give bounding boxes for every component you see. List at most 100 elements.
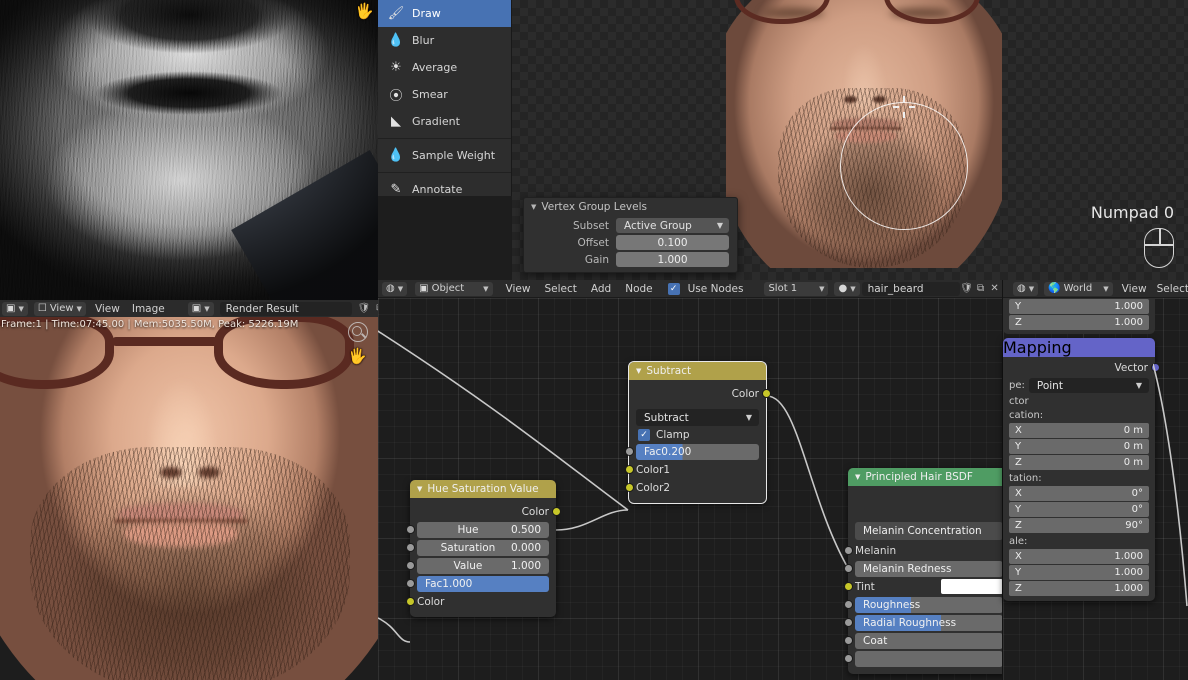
socket-color2-input[interactable] [625,483,634,492]
scale-x-row[interactable]: X 1.000 [1009,549,1149,564]
socket-coat-input[interactable] [844,636,853,645]
scale-z-field[interactable]: Z 1.000 [1009,581,1149,596]
socket-melanin-input[interactable] [844,546,853,555]
slot-selector[interactable]: Slot 1 ▼ [764,282,828,296]
saturation-field[interactable]: Saturation 0.000 [417,540,549,556]
menu-view[interactable]: View [503,283,534,295]
editor-type-selector[interactable]: ◍ ▼ [382,282,407,296]
socket-value-input[interactable] [406,561,415,570]
socket-color-output[interactable] [762,389,771,398]
melanin-redness-field[interactable]: Melanin Redness [855,561,1003,577]
fac-slider[interactable]: Fac 1.000 [417,576,549,592]
menu-select[interactable]: Select [541,283,579,295]
socket-extra-input[interactable] [844,654,853,663]
tool-item-smear[interactable]: ⦿ Smear [378,81,511,108]
extra-field[interactable] [855,651,1003,667]
socket-roughness-input[interactable] [844,600,853,609]
fake-user-icon[interactable]: 🛡 [358,302,371,316]
node-field-roughness[interactable]: Roughness [855,596,1003,613]
image-editor-mode-selector[interactable]: ☐ View ▼ [34,302,86,316]
subset-dropdown[interactable]: Active Group ▼ [616,218,729,233]
subtract-node[interactable]: ▼ Subtract Color Subtract ▼ ✓ Clamp [629,362,766,503]
node-field-fac[interactable]: Fac 1.000 [417,575,549,592]
viewport-head-render[interactable] [726,0,1002,268]
node-header[interactable]: ▼ Principled Hair BSDF [848,468,1010,486]
hue-field[interactable]: Hue 0.500 [417,522,549,538]
node-field-tint[interactable]: Tint [855,578,1003,595]
principled-hair-bsdf-node[interactable]: ▼ Principled Hair BSDF Melanin Concentra… [848,468,1010,674]
image-datablock-type[interactable]: ▣ ▼ [188,302,214,316]
fac-slider[interactable]: Fac 0.200 [636,444,759,460]
paint-tool-flyout[interactable]: 🖌 Draw 💧 Blur ☀ Average ⦿ Smear ◣ Gradie… [378,0,512,196]
blend-mode-dropdown-row[interactable]: Subtract ▼ [636,408,759,427]
value-field[interactable]: Value 1.000 [417,558,549,574]
menu-image[interactable]: Image [129,303,168,315]
rotation-y-field[interactable]: Y 0° [1009,502,1149,517]
tint-color-swatch[interactable] [941,579,1003,594]
rotation-x-field[interactable]: X 0° [1009,486,1149,501]
location-z-row[interactable]: Z 0 m [1009,455,1149,470]
panel-title-row[interactable]: ▼ Vertex Group Levels [524,198,737,216]
location-y-row[interactable]: Y 0 m [1009,439,1149,454]
node-field-value[interactable]: Value 1.000 [417,557,549,574]
node-field-extra[interactable] [855,650,1003,667]
menu-view[interactable]: View [92,303,123,315]
image-editor-canvas[interactable] [0,317,378,680]
socket-saturation-input[interactable] [406,543,415,552]
menu-add[interactable]: Add [588,283,614,295]
y-field[interactable]: Y 1.000 [1009,299,1149,314]
tool-item-gradient[interactable]: ◣ Gradient [378,108,511,135]
material-name-field[interactable]: hair_beard [862,282,960,296]
node-input-melanin[interactable]: Melanin [855,542,1003,559]
node-field-melanin-redness[interactable]: Melanin Redness [855,560,1003,577]
partial-row-y[interactable]: Y 1.000 [1009,299,1149,314]
menu-view[interactable]: View [1119,283,1150,295]
node-field-radial-roughness[interactable]: Radial Roughness [855,614,1003,631]
node-input-color1[interactable]: Color1 [636,461,759,478]
node-field-coat[interactable]: Coat [855,632,1003,649]
melanin-concentration-dropdown[interactable]: Melanin Concentration [855,522,1003,540]
image-name-field[interactable]: Render Result [220,302,352,316]
roughness-slider[interactable]: Roughness [855,597,1003,613]
node-header[interactable]: ▼ Hue Saturation Value [410,480,556,498]
tool-item-blur[interactable]: 💧 Blur [378,27,511,54]
node-output-vector[interactable]: Vector [1010,359,1148,376]
new-material-icon[interactable]: ⧉ [974,282,988,296]
partial-row-z[interactable]: Z 1.000 [1009,315,1149,330]
partial-node-above[interactable]: Y 1.000 Z 1.000 [1003,298,1155,334]
socket-fac-input[interactable] [406,579,415,588]
tool-item-draw[interactable]: 🖌 Draw [378,0,511,27]
socket-radial-roughness-input[interactable] [844,618,853,627]
socket-fac-input[interactable] [625,447,634,456]
rotation-z-row[interactable]: Z 90° [1009,518,1149,533]
node-field-hue[interactable]: Hue 0.500 [417,521,549,538]
scale-y-row[interactable]: Y 1.000 [1009,565,1149,580]
gain-field[interactable]: 1.000 [616,252,729,267]
scale-x-field[interactable]: X 1.000 [1009,549,1149,564]
node-input-color[interactable]: Color [417,593,549,610]
editor-type-selector[interactable]: ▣ ▼ [2,302,28,316]
z-field[interactable]: Z 1.000 [1009,315,1149,330]
socket-melanin-redness-input[interactable] [844,564,853,573]
mapping-node[interactable]: Mapping Vector pe: Point ▼ ctor cation: … [1003,338,1155,601]
blend-mode-dropdown[interactable]: Subtract ▼ [636,409,759,426]
node-header[interactable]: Mapping [1003,338,1155,357]
fake-user-icon[interactable]: 🛡 [960,282,974,296]
menu-select[interactable]: Select [1154,283,1188,295]
material-datablock-type[interactable]: ● ▼ [834,282,859,296]
node-field-saturation[interactable]: Saturation 0.000 [417,539,549,556]
socket-hue-input[interactable] [406,525,415,534]
node-header[interactable]: ▼ Subtract [629,362,766,380]
zoom-icon[interactable] [348,322,368,342]
hue-saturation-value-node[interactable]: ▼ Hue Saturation Value Color Hue 0.500 [410,480,556,617]
rotation-x-row[interactable]: X 0° [1009,486,1149,501]
world-shader-type-selector[interactable]: 🌎 World ▼ [1044,282,1113,296]
socket-color1-input[interactable] [625,465,634,474]
model-dropdown-row[interactable]: Melanin Concentration [855,520,1003,541]
node-field-fac[interactable]: Fac 0.200 [636,443,759,460]
tool-item-sample-weight[interactable]: 💧 Sample Weight [378,142,511,169]
rotation-z-field[interactable]: Z 90° [1009,518,1149,533]
mapping-type-row[interactable]: pe: Point ▼ [1009,378,1149,393]
location-x-field[interactable]: X 0 m [1009,423,1149,438]
location-x-row[interactable]: X 0 m [1009,423,1149,438]
